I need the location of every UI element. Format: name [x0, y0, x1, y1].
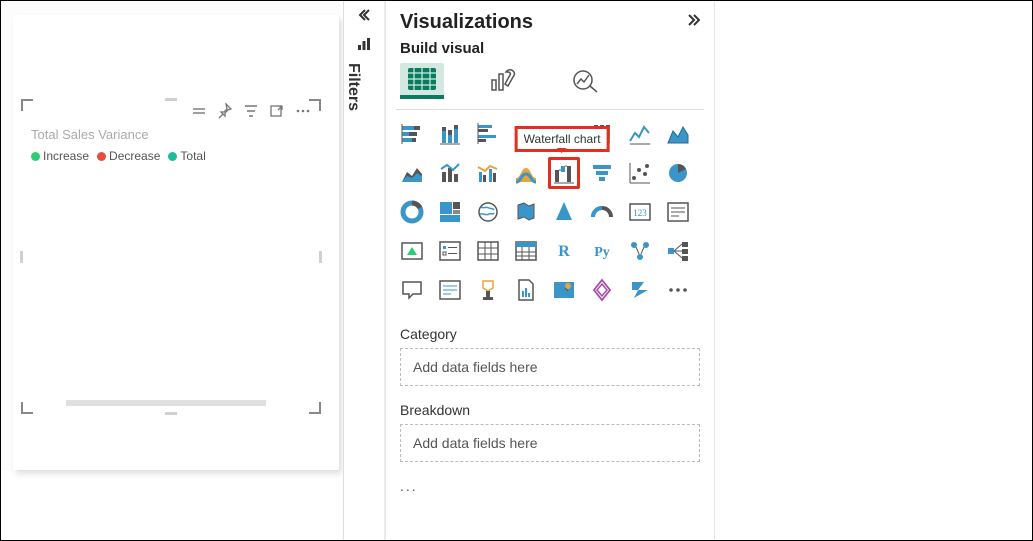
focus-mode-icon[interactable]: [269, 103, 285, 119]
grip-icon[interactable]: [191, 103, 207, 119]
field-well-category[interactable]: Add data fields here: [400, 348, 700, 386]
horizontal-scrollbar[interactable]: [66, 400, 266, 406]
power-automate-icon[interactable]: [624, 274, 656, 306]
azure-map-icon[interactable]: [548, 196, 580, 228]
filters-chart-icon[interactable]: [344, 29, 384, 59]
key-influencers-icon[interactable]: [624, 235, 656, 267]
field-well-label-category: Category: [400, 326, 700, 342]
legend-item: Increase: [31, 149, 89, 163]
donut-chart-icon[interactable]: [396, 196, 428, 228]
visual-tile[interactable]: Total Sales Variance Increase Decrease T…: [21, 99, 321, 414]
multi-row-card-icon[interactable]: [662, 196, 694, 228]
legend-item: Total: [168, 149, 205, 163]
ribbon-chart-icon[interactable]: [510, 157, 542, 189]
svg-text:123: 123: [633, 208, 647, 218]
waterfall-chart-icon[interactable]: Waterfall chart: [548, 157, 580, 189]
python-visual-icon[interactable]: Py: [586, 235, 618, 267]
filters-label[interactable]: Filters: [344, 63, 362, 111]
matrix-icon[interactable]: [510, 235, 542, 267]
svg-text:Py: Py: [594, 245, 610, 260]
r-visual-icon[interactable]: R: [548, 235, 580, 267]
resize-handle-bl[interactable]: [21, 402, 33, 414]
legend-label: Decrease: [109, 149, 160, 163]
qa-visual-icon[interactable]: [396, 274, 428, 306]
map-icon[interactable]: [472, 196, 504, 228]
tooltip: Waterfall chart: [515, 126, 610, 152]
analytics-tab[interactable]: [564, 63, 608, 99]
treemap-icon[interactable]: [434, 196, 466, 228]
kpi-icon[interactable]: [396, 235, 428, 267]
more-options-icon[interactable]: [295, 103, 311, 119]
svg-text:R: R: [558, 243, 570, 260]
legend-swatch-increase: [31, 152, 40, 161]
resize-handle-t[interactable]: [165, 98, 177, 101]
legend-label: Increase: [43, 149, 89, 163]
resize-handle-br[interactable]: [309, 402, 321, 414]
more-fields: ...: [400, 478, 700, 494]
goals-icon[interactable]: [472, 274, 504, 306]
resize-handle-r[interactable]: [319, 251, 322, 263]
divider: [396, 109, 704, 110]
pane-subtitle: Build visual: [386, 40, 714, 63]
get-more-visuals-icon[interactable]: [662, 274, 694, 306]
legend-swatch-total: [168, 152, 177, 161]
gauge-icon[interactable]: [586, 196, 618, 228]
power-apps-icon[interactable]: [586, 274, 618, 306]
build-visual-tab[interactable]: [400, 63, 444, 99]
stacked-bar-chart-icon[interactable]: [396, 118, 428, 150]
legend: Increase Decrease Total: [31, 149, 206, 163]
pin-icon[interactable]: [217, 103, 233, 119]
resize-handle-l[interactable]: [20, 251, 23, 263]
line-clustered-column-icon[interactable]: [472, 157, 504, 189]
legend-label: Total: [180, 149, 205, 163]
stacked-column-chart-icon[interactable]: [434, 118, 466, 150]
line-chart-icon[interactable]: [624, 118, 656, 150]
visualizations-pane: Visualizations Build visual: [385, 1, 715, 540]
legend-item: Decrease: [97, 149, 160, 163]
resize-handle-b[interactable]: [165, 412, 177, 415]
scatter-chart-icon[interactable]: [624, 157, 656, 189]
filled-map-icon[interactable]: [510, 196, 542, 228]
filters-pane: Filters: [343, 1, 385, 540]
format-visual-tab[interactable]: [482, 63, 526, 99]
card-icon[interactable]: 123: [624, 196, 656, 228]
field-well-label-breakdown: Breakdown: [400, 402, 700, 418]
expand-pane-icon[interactable]: [686, 13, 700, 32]
report-canvas: Total Sales Variance Increase Decrease T…: [1, 1, 341, 471]
funnel-chart-icon[interactable]: [586, 157, 618, 189]
smart-narrative-icon[interactable]: [434, 274, 466, 306]
pane-title: Visualizations: [400, 11, 533, 34]
arcgis-map-icon[interactable]: [548, 274, 580, 306]
visualization-gallery: Waterfall chart 123 R Py: [386, 118, 714, 306]
pie-chart-icon[interactable]: [662, 157, 694, 189]
stacked-area-chart-icon[interactable]: [396, 157, 428, 189]
filter-icon[interactable]: [243, 103, 259, 119]
clustered-bar-chart-icon[interactable]: [472, 118, 504, 150]
field-well-breakdown[interactable]: Add data fields here: [400, 424, 700, 462]
legend-swatch-decrease: [97, 152, 106, 161]
line-stacked-column-icon[interactable]: [434, 157, 466, 189]
paginated-report-icon[interactable]: [510, 274, 542, 306]
collapse-filters-icon[interactable]: [344, 1, 384, 29]
table-icon[interactable]: [472, 235, 504, 267]
visual-title: Total Sales Variance: [31, 127, 149, 142]
slicer-icon[interactable]: [434, 235, 466, 267]
decomposition-tree-icon[interactable]: [662, 235, 694, 267]
area-chart-icon[interactable]: [662, 118, 694, 150]
